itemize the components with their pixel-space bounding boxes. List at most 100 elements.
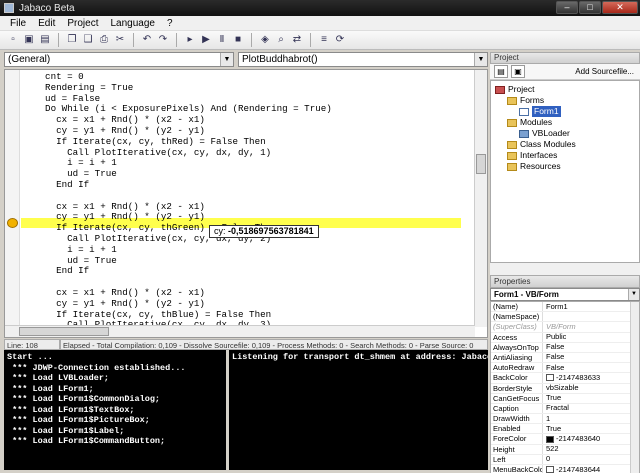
properties-scrollbar[interactable] (630, 302, 639, 473)
menu-language[interactable]: Language (104, 18, 161, 29)
property-row[interactable]: BackColor -2147483633 (491, 373, 639, 384)
property-value[interactable]: 0 (543, 455, 550, 464)
property-value[interactable]: 522 (543, 445, 559, 454)
tree-interfaces[interactable]: Interfaces (507, 150, 557, 161)
output-console[interactable]: Listening for transport dt_shmem at addr… (229, 350, 488, 470)
step-icon[interactable]: ▸ (183, 33, 197, 47)
add-sourcefile-button[interactable]: Add Sourcefile... (575, 67, 634, 76)
property-value[interactable]: 1 (543, 414, 550, 423)
view-form-icon[interactable]: ▣ (511, 65, 525, 78)
tree-modules[interactable]: Modules (507, 117, 552, 128)
menu-project[interactable]: Project (61, 18, 104, 29)
tree-project[interactable]: Project (495, 84, 534, 95)
refresh-icon[interactable]: ⟳ (333, 33, 347, 47)
property-name: Caption (491, 403, 543, 414)
menu-edit[interactable]: Edit (32, 18, 61, 29)
property-row[interactable]: Access Public (491, 332, 639, 343)
minimize-button[interactable]: – (556, 1, 578, 14)
close-button[interactable]: ✕ (602, 1, 638, 14)
folder-icon (507, 140, 517, 149)
code-line[interactable]: cy = y1 + Rnd() * (y2 - y1) (23, 298, 205, 310)
tree-class-modules[interactable]: Class Modules (507, 139, 576, 150)
code-line[interactable]: End If (23, 179, 89, 191)
property-row[interactable]: BorderStyle vbSizable (491, 383, 639, 394)
tree-vbloader[interactable]: VBLoader (519, 128, 570, 139)
code-line[interactable]: If Iterate(cx, cy, thRed) = False Then (23, 136, 266, 148)
code-editor[interactable]: cnt = 0 Rendering = True ud = False Do W… (4, 69, 488, 338)
redo-icon[interactable]: ↷ (156, 33, 170, 47)
property-value[interactable]: False (543, 343, 564, 352)
indent-icon[interactable]: ≡ (317, 33, 331, 47)
property-value[interactable]: VB/Form (543, 322, 576, 331)
menu-file[interactable]: File (4, 18, 32, 29)
object-combo[interactable]: (General) ▼ (4, 52, 234, 67)
bookmark-icon[interactable]: ◈ (258, 33, 272, 47)
new-file-icon[interactable]: ▫ (6, 33, 20, 47)
property-row[interactable]: AlwaysOnTop False (491, 342, 639, 353)
editor-vertical-scrollbar[interactable] (474, 70, 487, 327)
property-row[interactable]: Enabled True (491, 424, 639, 435)
save-icon[interactable]: ▤ (38, 33, 52, 47)
property-value[interactable]: Public (543, 333, 566, 342)
paste-icon[interactable]: ❑ (81, 33, 95, 47)
property-row[interactable]: (SuperClass) VB/Form (491, 322, 639, 333)
menu-help[interactable]: ? (161, 18, 179, 29)
project-tree[interactable]: Project Forms Form1 Modules VBLoader Class Mo… (490, 80, 640, 263)
property-name: CanGetFocus (491, 393, 543, 403)
property-row[interactable]: (Name) Form1 (491, 302, 639, 313)
find-icon[interactable]: ⌕ (274, 33, 288, 47)
properties-grid[interactable]: (Name) Form1 (NameSpace) (SuperClass) VB/For… (490, 301, 640, 473)
console-line: *** JDWP-Connection established... (7, 362, 186, 373)
scroll-thumb[interactable] (476, 154, 486, 174)
scroll-thumb[interactable] (19, 327, 109, 336)
chevron-down-icon[interactable]: ▼ (474, 53, 487, 66)
pause-icon[interactable]: Ⅱ (215, 33, 229, 47)
property-value[interactable]: Fractal (543, 404, 569, 413)
property-value[interactable]: True (543, 424, 561, 433)
property-value[interactable]: -2147483640 (543, 434, 600, 443)
editor-gutter[interactable] (5, 70, 20, 337)
property-row[interactable]: ForeColor -2147483640 (491, 434, 639, 445)
properties-object-combo[interactable]: Form1 - VB/Form ▼ (490, 288, 640, 301)
code-line[interactable]: Rendering = True (23, 82, 133, 94)
property-value[interactable] (543, 312, 546, 321)
procedure-combo[interactable]: PlotBuddhabrot() ▼ (238, 52, 488, 67)
property-row[interactable]: MenuBackColor -2147483644 (491, 465, 639, 473)
maximize-button[interactable]: □ (579, 1, 601, 14)
property-row[interactable]: Height 522 (491, 444, 639, 455)
view-code-icon[interactable]: ▤ (494, 65, 508, 78)
property-value[interactable]: -2147483633 (543, 373, 600, 382)
copy-icon[interactable]: ❐ (65, 33, 79, 47)
chevron-down-icon[interactable]: ▼ (220, 53, 233, 66)
tree-forms[interactable]: Forms (507, 95, 544, 106)
tree-resources[interactable]: Resources (507, 161, 561, 172)
property-row[interactable]: AutoRedraw False (491, 363, 639, 374)
print-icon[interactable]: ⎙ (97, 33, 111, 47)
property-value[interactable]: False (543, 353, 564, 362)
property-value[interactable]: vbSizable (543, 384, 579, 393)
undo-icon[interactable]: ↶ (140, 33, 154, 47)
debug-console[interactable]: Start ... *** JDWP-Connection establishe… (4, 350, 226, 470)
open-folder-icon[interactable]: ▣ (22, 33, 36, 47)
tree-form1[interactable]: Form1 (519, 106, 561, 117)
code-line[interactable]: i = i + 1 (23, 244, 117, 256)
stop-icon[interactable]: ■ (231, 33, 245, 47)
console-line: *** Load LForm1; (7, 383, 94, 394)
property-row[interactable]: DrawWidth 1 (491, 414, 639, 425)
property-value[interactable]: True (543, 394, 561, 403)
editor-horizontal-scrollbar[interactable] (5, 325, 475, 337)
property-row[interactable]: AntiAliasing False (491, 352, 639, 364)
property-row[interactable]: (NameSpace) (491, 312, 639, 323)
property-value[interactable]: -2147483644 (543, 465, 600, 473)
property-value[interactable]: False (543, 363, 564, 372)
property-row[interactable]: Left 0 (491, 454, 639, 465)
replace-icon[interactable]: ⇄ (290, 33, 304, 47)
code-line[interactable]: End If (23, 266, 89, 277)
property-row[interactable]: CanGetFocus True (491, 393, 639, 404)
property-row[interactable]: Caption Fractal (491, 403, 639, 415)
toolbar-separator (310, 33, 311, 47)
play-icon[interactable]: ▶ (199, 33, 213, 47)
chevron-down-icon[interactable]: ▼ (628, 289, 639, 300)
cut-icon[interactable]: ✂ (113, 33, 127, 47)
property-value[interactable]: Form1 (543, 302, 568, 311)
